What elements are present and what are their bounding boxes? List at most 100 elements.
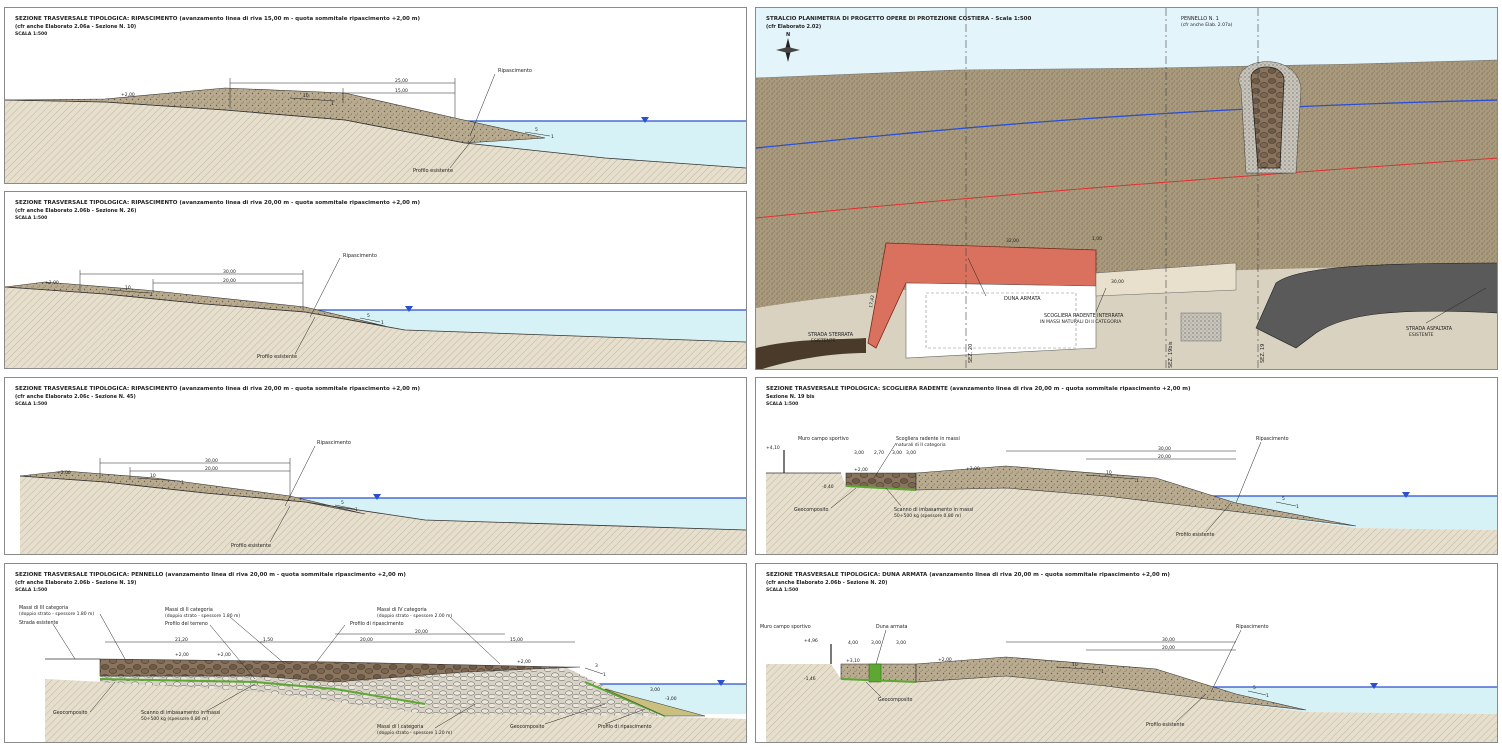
dim-label-2: 15,00: [395, 88, 408, 94]
slope-label-1b: 1: [181, 480, 184, 486]
elevation-label: +2,00: [45, 280, 59, 286]
dim-c: 20,00: [360, 637, 373, 643]
dim-e: 20,00: [415, 629, 428, 635]
dim-5: 20,00: [1162, 645, 1175, 651]
label-ripascimento: Ripascimento: [317, 440, 351, 446]
slope-b: 1: [603, 672, 606, 678]
label-ripascimento: Ripascimento: [1236, 624, 1269, 630]
slope-label-2b: 1: [355, 507, 358, 513]
dim-d: 15,00: [510, 637, 523, 643]
dim-5: 30,00: [1158, 446, 1171, 452]
slope-1b: 1: [1136, 478, 1139, 484]
label-m2b: (doppio strato - spessore 1.80 m): [165, 613, 240, 619]
label-profilo-esistente: Profilo esistente: [231, 543, 271, 549]
dim-4: 30,00: [1162, 637, 1175, 643]
panel-subtitle: (cfr Elaborato 2.02): [766, 24, 821, 30]
elev-4: -1,46: [804, 676, 816, 682]
section-drawing: 30,00 20,00 +2,00 10 1 5 1 Ripascimento …: [19, 440, 746, 554]
label-profilo-esistente: Profilo esistente: [257, 354, 297, 360]
slope-1: 10: [1072, 662, 1078, 668]
label-strada: Strada esistente: [19, 620, 58, 626]
label-asfaltata: STRADA ASFALTATA: [1406, 326, 1453, 332]
label-profilo: Profilo esistente: [1176, 532, 1214, 538]
slope-label-1: 10: [303, 93, 309, 99]
label-ripascimento: Ripascimento: [1256, 436, 1289, 442]
elev-2: +3,10: [846, 658, 860, 664]
section-drawing: +4,96 +3,10 +2,00 -1,46 4,00 3,00 3,00 3…: [760, 624, 1497, 742]
slope-label-1b: 1: [331, 101, 334, 107]
dim-1: 32,00: [1006, 238, 1019, 244]
label-pennello-2: (cfr anche Elab. 2.07a): [1181, 22, 1233, 28]
section-panel-pennello: SEZIONE TRASVERSALE TIPOLOGICA: PENNELLO…: [4, 563, 747, 743]
label-m4b: (doppio strato - spessore 2.00 m): [377, 613, 452, 619]
elev-3: +2,00: [938, 657, 952, 663]
slope-label-2b: 1: [381, 320, 384, 326]
north-label: N: [786, 32, 790, 38]
label-geocomposito: Geocomposito: [794, 507, 829, 513]
label-m3b: (doppio strato - spessore 1.80 m): [19, 611, 94, 617]
sez-19bis: SEZ. 19bis: [1168, 341, 1174, 368]
label-sterrata-2: ESISTENTE: [811, 338, 836, 344]
dim-3: 1,00: [1092, 236, 1102, 242]
label-m4: Massi di IV categoria: [377, 607, 427, 613]
label-pennello: PENNELLO N. 1: [1181, 16, 1219, 22]
panel-title: STRALCIO PLANIMETRIA DI PROGETTO OPERE D…: [766, 16, 1032, 22]
slope-1b: 1: [1101, 669, 1104, 675]
label-muro: Muro campo sportivo: [760, 624, 811, 630]
slope-2: 5: [1282, 496, 1285, 502]
dim-3: 3,00: [892, 450, 902, 456]
section-drawing: 30,00 20,00 +2,00 10 1 5 1 Ripascimento …: [5, 253, 746, 368]
dim-2: 3,00: [871, 640, 881, 646]
label-m1: Massi di I categoria: [377, 724, 423, 730]
section-drawing: 25,00 15,00 +2,00 10 1 5 1 Ripascimento …: [5, 68, 746, 183]
slope-1: 10: [1106, 470, 1112, 476]
section-panel-ripascimento-26: SEZIONE TRASVERSALE TIPOLOGICA: RIPASCIM…: [4, 191, 747, 369]
dim-4: 3,00: [906, 450, 916, 456]
slope-label-2: 5: [367, 313, 370, 319]
dim-2: 2,70: [874, 450, 884, 456]
dim-a: 21,20: [175, 637, 188, 643]
dim-label-2: 20,00: [223, 278, 236, 284]
label-scanno: Scanno di imbasamento in massi: [141, 710, 220, 716]
label-m2: Massi di II categoria: [165, 607, 213, 613]
label-profilo: Profilo esistente: [1146, 722, 1184, 728]
dim-1: 3,00: [854, 450, 864, 456]
dim-6: 20,00: [1158, 454, 1171, 460]
label-geo1: Geocomposito: [53, 710, 88, 716]
label-profilo-esistente: Profilo esistente: [413, 168, 453, 174]
label-duna: Duna armata: [876, 624, 908, 630]
slope-2: 3,00: [650, 687, 660, 693]
elev-1: +4,10: [766, 445, 780, 451]
elev-1: +2,00: [175, 652, 189, 658]
elev-4: -0,40: [822, 484, 834, 490]
section-drawing: +4,10 +2,00 +2,00 -0,40 3,00 2,70 3,00 3…: [766, 436, 1497, 554]
dim-label-2: 20,00: [205, 466, 218, 472]
slope-label-2: 5: [535, 127, 538, 133]
sez-20: SEZ. 20: [968, 344, 974, 363]
label-ripascimento: Ripascimento: [343, 253, 377, 259]
slope-label-1: 10: [125, 285, 131, 291]
elev-3: +2,00: [966, 466, 980, 472]
label-scanno-b: 50÷500 kg (spessore 0,80 m): [141, 716, 208, 722]
elevation-label: +2,00: [121, 92, 135, 98]
label-m1b: (doppio strato - spessore 1.20 m): [377, 730, 452, 736]
plan-drawing: N STRALCIO PLANIMETRIA DI PROGETTO OPERE…: [756, 8, 1497, 369]
label-profilo-rip2: Profilo di ripascimento: [598, 724, 652, 730]
elev-2: +2,00: [854, 467, 868, 473]
elev-1: +4,96: [804, 638, 818, 644]
dim-label-1: 30,00: [205, 458, 218, 464]
label-profilo-rip: Profilo di ripascimento: [350, 621, 404, 627]
dim-2: 30,00: [1111, 279, 1124, 285]
section-panel-scogliera-radente: SEZIONE TRASVERSALE TIPOLOGICA: SCOGLIER…: [755, 377, 1498, 555]
label-scogliera-2: naturali di II categoria: [896, 442, 946, 448]
section-drawing: 21,20 1,50 20,00 15,00 20,00 +2,00 +2,00…: [19, 605, 746, 742]
dim-label-1: 25,00: [395, 78, 408, 84]
label-sterrata: STRADA STERRATA: [808, 332, 854, 338]
label-m3: Massi di III categoria: [19, 605, 68, 611]
slope: 3: [595, 663, 598, 669]
dim-1: 4,00: [848, 640, 858, 646]
elevation-label: +2,00: [57, 470, 71, 476]
elev-4: -3,00: [665, 696, 677, 702]
label-muro: Muro campo sportivo: [798, 436, 849, 442]
section-panel-ripascimento-10: SEZIONE TRASVERSALE TIPOLOGICA: RIPASCIM…: [4, 7, 747, 184]
